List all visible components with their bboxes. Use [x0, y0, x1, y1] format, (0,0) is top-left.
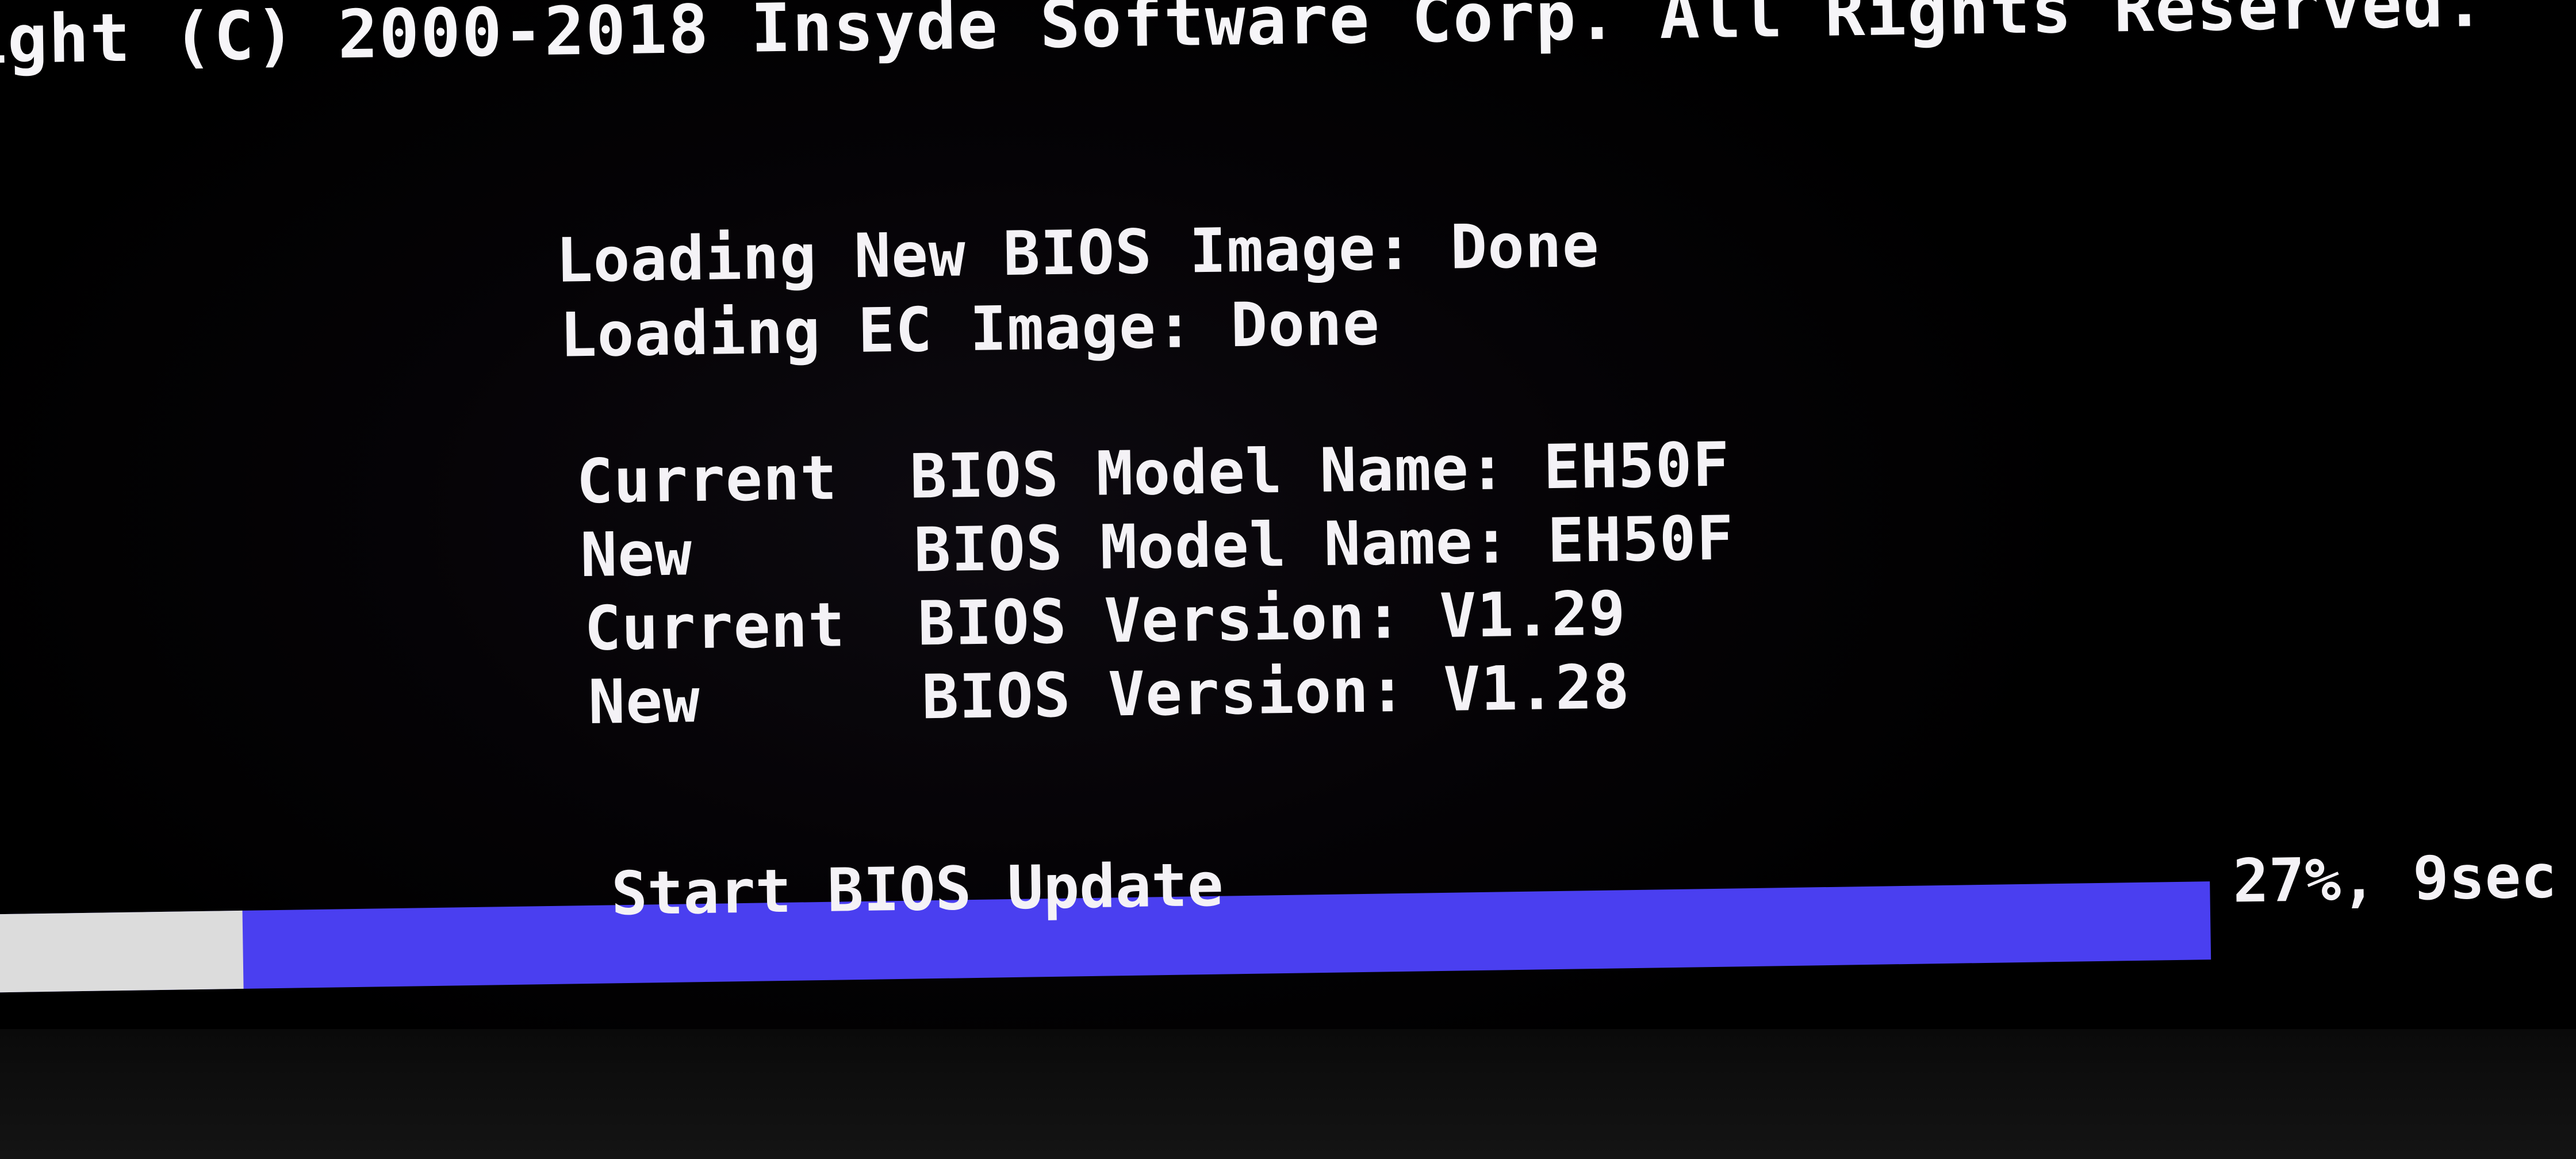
screen-content: ight (C) 2000-2018 Insyde Software Corp.… — [0, 0, 2576, 1159]
loading-ec-image-line: Loading EC Image: Done — [559, 287, 1381, 371]
current-model-label: BIOS Model Name: — [909, 432, 1507, 512]
new-version-value: V1.28 — [1443, 651, 1631, 725]
current-model-prefix: Current — [576, 442, 838, 517]
new-version-line: New BIOS Version: V1.28 — [588, 651, 1630, 739]
new-model-prefix: New — [580, 518, 693, 591]
bios-flash-screen: ight (C) 2000-2018 Insyde Software Corp.… — [0, 0, 2576, 1159]
progress-bar-fill — [0, 910, 244, 993]
loading-bios-image-status: Done — [1450, 209, 1600, 283]
current-version-label: BIOS Version: — [917, 581, 1403, 659]
new-version-label: BIOS Version: — [921, 654, 1407, 733]
loading-ec-image-status: Done — [1230, 287, 1381, 361]
current-version-prefix: Current — [584, 589, 846, 665]
progress-time: 9sec — [2412, 841, 2558, 914]
loading-ec-image-label: Loading EC Image: — [559, 290, 1194, 371]
progress-readout: 27%, 9sec — [2232, 841, 2558, 916]
current-model-value: EH50F — [1543, 429, 1731, 503]
new-model-value: EH50F — [1547, 502, 1735, 577]
copyright-banner: ight (C) 2000-2018 Insyde Software Corp.… — [0, 0, 2486, 79]
new-version-prefix: New — [588, 665, 701, 738]
new-model-label: BIOS Model Name: — [913, 506, 1511, 586]
update-status-label: Start BIOS Update — [611, 849, 1224, 929]
loading-bios-image-line: Loading New BIOS Image: Done — [555, 209, 1600, 297]
current-version-line: Current BIOS Version: V1.29 — [584, 577, 1626, 665]
current-version-value: V1.29 — [1439, 578, 1627, 651]
loading-bios-image-label: Loading New BIOS Image: — [555, 212, 1414, 296]
screen-bezel — [0, 1029, 2576, 1159]
progress-percent: 27%, — [2232, 843, 2378, 916]
